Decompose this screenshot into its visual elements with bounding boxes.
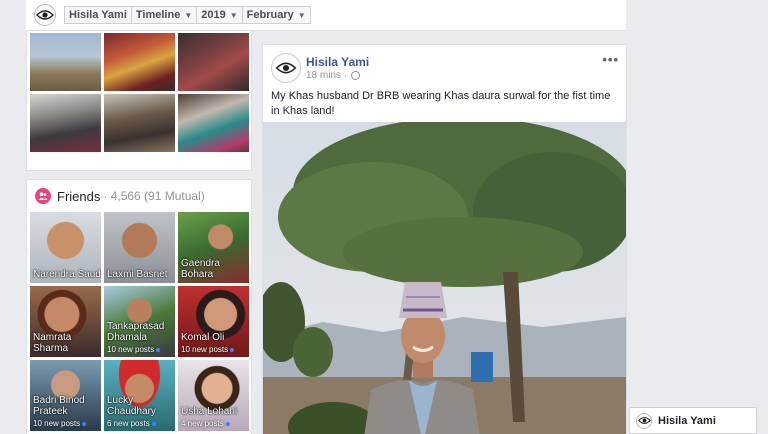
timeline-post: Hisila Yami 18 mins · ••• My Khas husban… <box>262 44 627 434</box>
friends-icon <box>35 188 51 204</box>
friends-count: · 4,566 (91 Mutual) <box>103 189 205 203</box>
month-dropdown[interactable]: February ▼ <box>241 6 311 24</box>
friend-tile[interactable]: Lucky Chaudhary 6 new posts <box>104 360 175 431</box>
timeline-header-bar: Hisila Yami Timeline ▼ 2019 ▼ February ▼ <box>26 0 626 31</box>
friends-title-link[interactable]: Friends <box>57 189 100 204</box>
profile-logo-icon[interactable] <box>34 4 56 26</box>
friends-grid: Narendra Saud Laxmi Basnet Gaendra Bohar… <box>27 212 251 431</box>
photo-thumbnail[interactable] <box>104 94 175 152</box>
friend-new-posts: 6 new posts <box>107 419 156 428</box>
friend-name[interactable]: Lucky Chaudhary <box>107 395 157 417</box>
friend-new-posts-label: 10 new posts <box>107 345 155 354</box>
friend-tile[interactable]: Gaendra Bohara <box>178 212 249 283</box>
friends-header: Friends · 4,566 (91 Mutual) <box>27 180 251 212</box>
friend-new-posts: 4 new posts <box>181 419 230 428</box>
post-timestamp[interactable]: 18 mins · <box>306 70 347 81</box>
post-header: Hisila Yami 18 mins · ••• <box>263 45 626 89</box>
photo-thumbnail[interactable] <box>30 33 101 91</box>
post-text: My Khas husband Dr BRB wearing Khas daur… <box>271 90 611 117</box>
friend-name[interactable]: Namrata Sharma <box>33 332 73 354</box>
friend-new-posts: 10 new posts <box>181 345 235 354</box>
friend-name[interactable]: Usha Lohani <box>181 406 237 417</box>
timeline-breadcrumb: Hisila Yami Timeline ▼ 2019 ▼ February ▼ <box>64 6 311 24</box>
year-label: 2019 <box>201 9 226 21</box>
photos-panel <box>26 31 252 171</box>
friend-name[interactable]: Tankaprasad Dhamala <box>107 321 167 343</box>
friend-name[interactable]: Gaendra Bohara <box>181 258 221 280</box>
eye-logo-icon <box>275 62 297 74</box>
friend-tile[interactable]: Komal Oli 10 new posts <box>178 286 249 357</box>
section-dropdown[interactable]: Timeline ▼ <box>130 6 197 24</box>
photo-thumbnail[interactable] <box>178 94 249 152</box>
friends-panel: Friends · 4,566 (91 Mutual) Narendra Sau… <box>26 179 252 434</box>
section-label: Timeline <box>135 9 181 21</box>
chat-contact-name: Hisila Yami <box>658 414 716 427</box>
new-posts-dot-icon <box>156 347 161 352</box>
new-posts-dot-icon <box>225 421 230 426</box>
friend-tile[interactable]: Laxmi Basnet <box>104 212 175 283</box>
chat-avatar-icon <box>636 412 652 429</box>
month-label: February <box>246 9 294 21</box>
friend-new-posts-label: 4 new posts <box>181 419 224 428</box>
profile-name-button[interactable]: Hisila Yami <box>64 6 131 24</box>
friend-name[interactable]: Komal Oli <box>181 332 224 343</box>
chevron-down-icon: ▼ <box>297 10 306 20</box>
friend-new-posts-label: 10 new posts <box>33 419 81 428</box>
photo-grid <box>27 31 251 154</box>
post-meta: 18 mins · <box>306 70 361 81</box>
photo-thumbnail[interactable] <box>104 33 175 91</box>
photo-thumbnail[interactable] <box>178 33 249 91</box>
friend-new-posts-label: 6 new posts <box>107 419 150 428</box>
chevron-down-icon: ▼ <box>184 10 193 20</box>
post-author-link[interactable]: Hisila Yami <box>306 55 369 69</box>
friend-new-posts: 10 new posts <box>107 345 161 354</box>
friend-name[interactable]: Laxmi Basnet <box>107 269 168 280</box>
friend-new-posts: 10 new posts <box>33 419 87 428</box>
new-posts-dot-icon <box>230 347 235 352</box>
globe-icon[interactable] <box>351 71 361 80</box>
author-avatar[interactable] <box>271 53 301 83</box>
friend-name[interactable]: Badri Binod Prateek <box>33 395 88 417</box>
new-posts-dot-icon <box>151 421 156 426</box>
post-photo[interactable] <box>263 122 626 434</box>
new-posts-dot-icon <box>82 421 87 426</box>
more-options-icon[interactable]: ••• <box>602 52 619 67</box>
year-dropdown[interactable]: 2019 ▼ <box>196 6 242 24</box>
friend-tile[interactable]: Narendra Saud <box>30 212 101 283</box>
friend-tile[interactable]: Tankaprasad Dhamala 10 new posts <box>104 286 175 357</box>
friend-name[interactable]: Narendra Saud <box>33 269 101 280</box>
friend-tile[interactable]: Namrata Sharma <box>30 286 101 357</box>
chat-tab[interactable]: Hisila Yami <box>629 407 757 434</box>
friend-tile[interactable]: Badri Binod Prateek 10 new posts <box>30 360 101 431</box>
post-photo-image <box>263 122 626 434</box>
profile-name-label: Hisila Yami <box>69 9 127 21</box>
photo-thumbnail[interactable] <box>30 94 101 152</box>
chevron-down-icon: ▼ <box>229 10 238 20</box>
friend-tile[interactable]: Usha Lohani 4 new posts <box>178 360 249 431</box>
friend-new-posts-label: 10 new posts <box>181 345 229 354</box>
